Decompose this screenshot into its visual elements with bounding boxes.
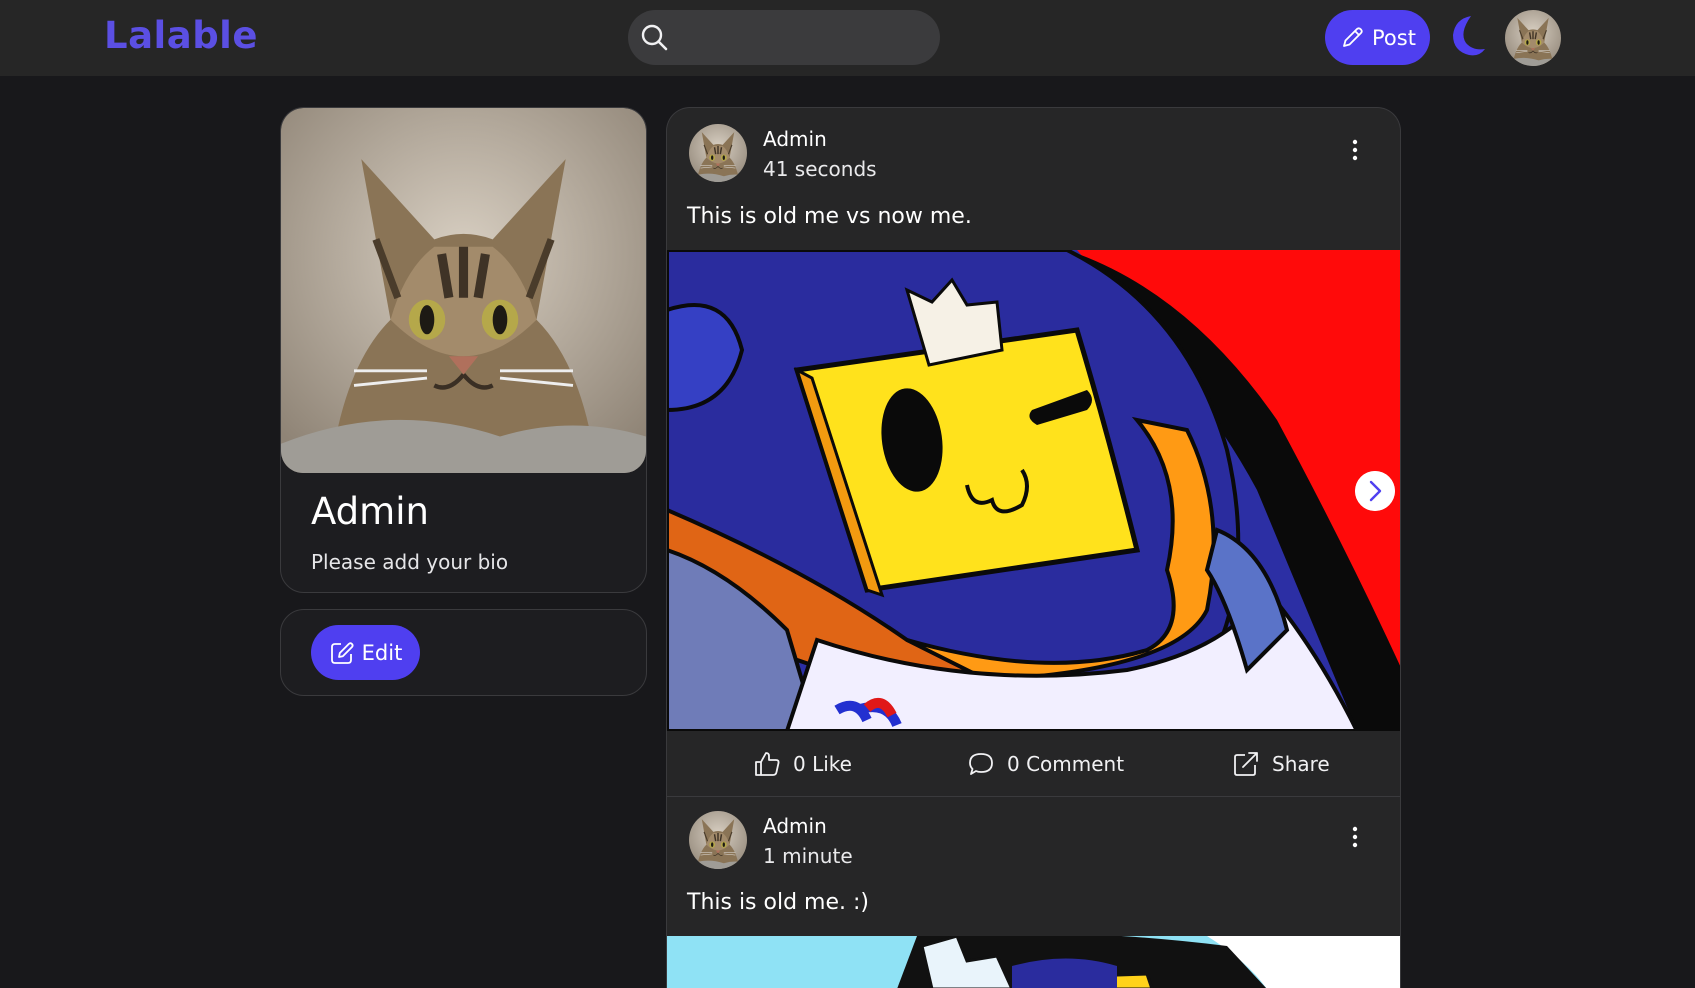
share-icon [1234,752,1258,776]
thumbs-up-icon [755,752,780,776]
post-text: This is old me vs now me. [687,204,972,229]
profile-actions-card: Edit [280,609,647,696]
robot-illustration-image [667,936,1400,988]
cat-avatar-image [689,811,747,869]
create-post-button[interactable]: Post [1325,10,1430,65]
robot-illustration-image [667,250,1400,731]
top-navbar: Lalable Post [0,0,1695,76]
comment-count: 0 Comment [1007,752,1125,776]
more-options-icon[interactable] [1349,825,1361,849]
profile-photo [281,108,646,473]
more-options-icon[interactable] [1349,138,1361,162]
post-timestamp: 1 minute [763,844,853,868]
edit-profile-button[interactable]: Edit [311,625,420,680]
post-actions-bar: 0 Like 0 Comment Share [667,731,1400,797]
post-button-label: Post [1372,25,1416,50]
search-input[interactable] [628,10,940,65]
post-text: This is old me. :) [687,890,869,915]
post-timestamp: 41 seconds [763,157,877,181]
post-author-name[interactable]: Admin [763,814,827,838]
profile-name: Admin [311,490,429,533]
post-author-avatar[interactable] [689,124,747,182]
user-avatar[interactable] [1505,10,1561,66]
edit-icon [330,641,354,664]
cat-avatar-image [689,124,747,182]
moon-icon[interactable] [1445,13,1487,59]
share-label: Share [1272,752,1330,776]
comment-icon [969,753,993,775]
like-count: 0 Like [793,752,852,776]
share-button[interactable]: Share [1232,731,1330,797]
post-author-avatar[interactable] [689,811,747,869]
like-button[interactable]: 0 Like [753,731,852,797]
comment-button[interactable]: 0 Comment [967,731,1124,797]
search-icon [641,24,668,51]
profile-card: Admin Please add your bio [280,107,647,593]
edit-button-label: Edit [361,640,403,665]
profile-bio: Please add your bio [311,550,509,574]
post-image[interactable] [667,936,1400,988]
chevron-right-icon[interactable] [1355,471,1395,511]
app-logo[interactable]: Lalable [104,14,258,57]
pencil-icon [1343,26,1363,47]
cat-photo-image [281,108,646,473]
post-image[interactable] [667,250,1400,731]
cat-avatar-image [1505,10,1561,66]
post-author-name[interactable]: Admin [763,127,827,151]
post-feed: Admin 41 seconds This is old me vs now m… [666,107,1401,988]
